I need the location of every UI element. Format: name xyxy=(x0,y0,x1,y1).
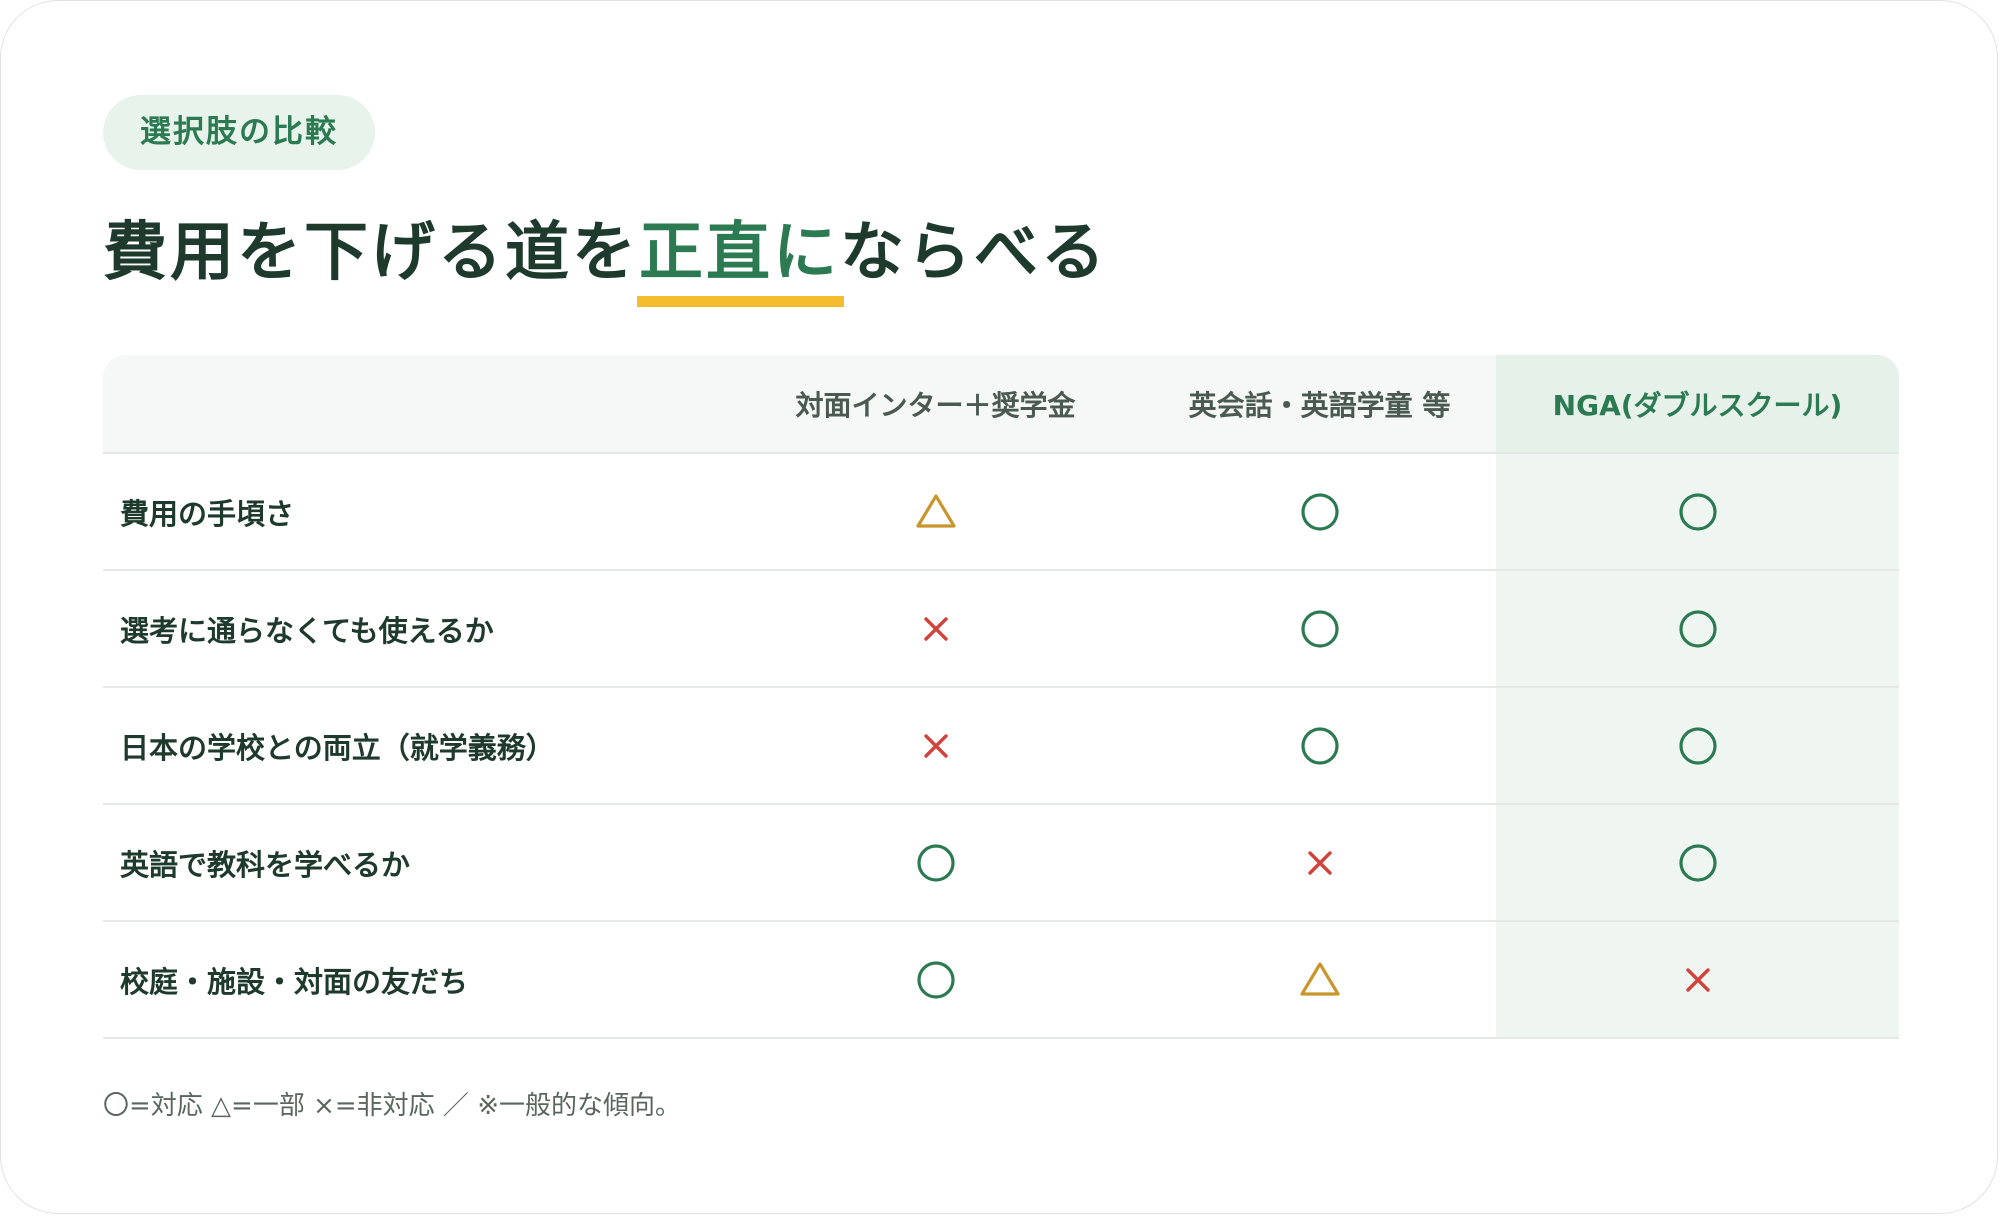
comparison-table: 対面インター＋奨学金 英会話・英語学童 等 NGA(ダブルスクール) 費用の手頃… xyxy=(103,355,1899,1039)
cross-mark-icon xyxy=(1676,958,1720,1002)
row-label: 日本の学校との両立（就学義務） xyxy=(120,730,555,765)
table-header-row: 対面インター＋奨学金 英会話・英語学童 等 NGA(ダブルスクール) xyxy=(103,355,1899,454)
column-header-label: 英会話・英語学童 等 xyxy=(1188,388,1451,422)
header-cell-eikaiwa: 英会話・英語学童 等 xyxy=(1143,355,1496,452)
table-row: 英語で教科を学べるか xyxy=(103,805,1899,922)
header-cell-nga: NGA(ダブルスクール) xyxy=(1496,355,1899,452)
mark-cell xyxy=(1496,688,1899,803)
circle-mark-icon xyxy=(1298,607,1342,651)
mark-cell xyxy=(1496,571,1899,686)
column-header-label: NGA(ダブルスクール) xyxy=(1552,388,1843,422)
mark-cell xyxy=(728,922,1143,1037)
table-row: 選考に通らなくても使えるか xyxy=(103,571,1899,688)
table-row: 校庭・施設・対面の友だち xyxy=(103,922,1899,1039)
legend-note: 〇=対応 △=一部 ×=非対応 ／ ※一般的な傾向。 xyxy=(103,1091,681,1121)
header-cell-inter-school: 対面インター＋奨学金 xyxy=(728,355,1143,452)
circle-mark-icon xyxy=(1676,724,1720,768)
mark-cell xyxy=(1496,454,1899,569)
circle-mark-icon xyxy=(1298,724,1342,768)
circle-mark-icon xyxy=(1676,841,1720,885)
row-label: 校庭・施設・対面の友だち xyxy=(120,964,469,999)
mark-cell xyxy=(1496,805,1899,920)
header-cell-empty xyxy=(103,355,728,452)
mark-cell xyxy=(1496,922,1899,1037)
circle-mark-icon xyxy=(914,958,958,1002)
mark-cell xyxy=(1143,688,1496,803)
mark-cell xyxy=(1143,805,1496,920)
column-header-label: 対面インター＋奨学金 xyxy=(795,388,1076,422)
page-title: 費用を下げる道を正直にならべる xyxy=(103,213,1108,307)
triangle-mark-icon xyxy=(914,490,958,534)
comparison-card: 選択肢の比較 費用を下げる道を正直にならべる 対面インター＋奨学金 英会話・英語… xyxy=(0,0,1998,1214)
title-after: ならべる xyxy=(840,216,1108,290)
circle-mark-icon xyxy=(914,841,958,885)
mark-cell xyxy=(1143,454,1496,569)
circle-mark-icon xyxy=(1676,490,1720,534)
cross-mark-icon xyxy=(1298,841,1342,885)
mark-cell xyxy=(728,805,1143,920)
triangle-mark-icon xyxy=(1298,958,1342,1002)
cross-mark-icon xyxy=(914,607,958,651)
row-label: 英語で教科を学べるか xyxy=(120,847,411,882)
row-label: 選考に通らなくても使えるか xyxy=(120,613,494,648)
mark-cell xyxy=(728,571,1143,686)
mark-cell xyxy=(728,688,1143,803)
circle-mark-icon xyxy=(1298,490,1342,534)
circle-mark-icon xyxy=(1676,607,1720,651)
cross-mark-icon xyxy=(914,724,958,768)
mark-cell xyxy=(1143,571,1496,686)
table-row: 費用の手頃さ xyxy=(103,454,1899,571)
row-label: 費用の手頃さ xyxy=(120,496,295,531)
table-row: 日本の学校との両立（就学義務） xyxy=(103,688,1899,805)
title-highlight: 正直に xyxy=(637,213,844,307)
section-badge: 選択肢の比較 xyxy=(103,95,375,170)
mark-cell xyxy=(1143,922,1496,1037)
mark-cell xyxy=(728,454,1143,569)
title-before: 費用を下げる道を xyxy=(103,216,639,290)
